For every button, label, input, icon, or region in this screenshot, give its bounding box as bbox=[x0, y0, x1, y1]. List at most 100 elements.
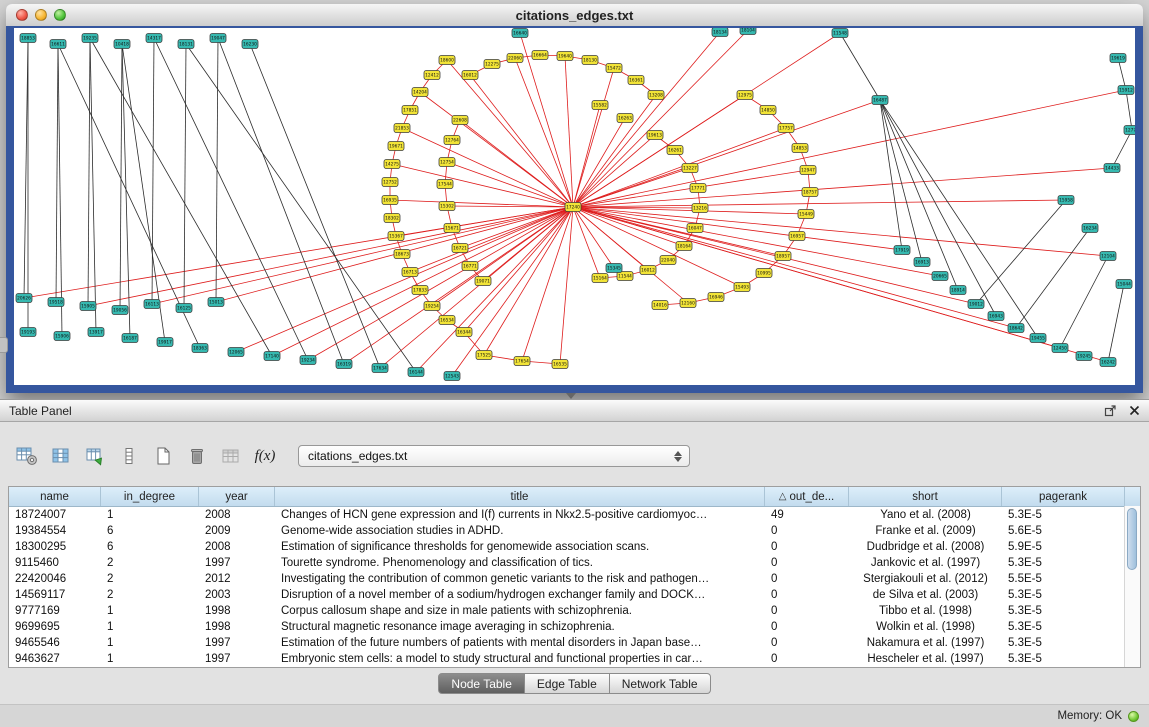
network-window-titlebar[interactable]: citations_edges.txt bbox=[6, 4, 1143, 27]
tab-node-table[interactable]: Node Table bbox=[438, 673, 525, 694]
graph-node[interactable]: 10418 bbox=[114, 40, 130, 49]
graph-node[interactable]: 12412 bbox=[424, 71, 440, 80]
graph-node[interactable]: 12754 bbox=[439, 158, 455, 167]
table-row[interactable]: 1456911722003Disruption of a novel membe… bbox=[9, 587, 1140, 603]
close-window-icon[interactable] bbox=[16, 9, 28, 21]
graph-node[interactable]: 19235 bbox=[82, 34, 98, 43]
graph-node[interactable]: 15164 bbox=[592, 274, 608, 283]
graph-node[interactable]: 16957 bbox=[789, 232, 805, 241]
column-header-title[interactable]: title bbox=[275, 487, 765, 506]
graph-node[interactable]: 12275 bbox=[484, 60, 500, 69]
graph-node[interactable]: 16713 bbox=[402, 268, 418, 277]
graph-node[interactable]: 16113 bbox=[144, 300, 160, 309]
graph-node[interactable]: 15905 bbox=[80, 302, 96, 311]
column-header-short[interactable]: short bbox=[849, 487, 1002, 506]
graph-node[interactable]: 13227 bbox=[682, 164, 698, 173]
graph-node[interactable]: 18957 bbox=[775, 252, 791, 261]
graph-node[interactable]: 16771 bbox=[462, 262, 478, 271]
graph-node[interactable]: 16242 bbox=[1100, 358, 1116, 367]
minimize-window-icon[interactable] bbox=[35, 9, 47, 21]
graph-node[interactable]: 19056 bbox=[112, 306, 128, 315]
graph-node[interactable]: 18757 bbox=[802, 188, 818, 197]
network-selector-dropdown[interactable]: citations_edges.txt bbox=[298, 445, 690, 467]
graph-node[interactable]: 13208 bbox=[648, 91, 664, 100]
graph-node[interactable]: 19671 bbox=[388, 142, 404, 151]
network-canvas[interactable]: 1724018600124121420417851218531967114275… bbox=[14, 28, 1135, 385]
graph-node[interactable]: 18914 bbox=[950, 286, 966, 295]
tab-edge-table[interactable]: Edge Table bbox=[525, 673, 610, 694]
graph-node[interactable]: 19245 bbox=[1076, 352, 1092, 361]
graph-node[interactable]: 12104 bbox=[1100, 252, 1116, 261]
table-row[interactable]: 1938455462009Genome-wide association stu… bbox=[9, 523, 1140, 539]
graph-node[interactable]: 15958 bbox=[1058, 196, 1074, 205]
graph-node[interactable]: 18600 bbox=[439, 56, 455, 65]
graph-node[interactable]: 19234 bbox=[300, 356, 316, 365]
zoom-window-icon[interactable] bbox=[54, 9, 66, 21]
show-columns-button[interactable] bbox=[46, 442, 76, 470]
graph-node[interactable]: 16721 bbox=[452, 244, 468, 253]
graph-node[interactable]: 17240 bbox=[565, 203, 581, 212]
graph-node[interactable]: 17757 bbox=[778, 124, 794, 133]
graph-node[interactable]: 19254 bbox=[424, 302, 440, 311]
graph-node[interactable]: 14317 bbox=[146, 34, 162, 43]
graph-node[interactable]: 19640 bbox=[557, 52, 573, 61]
graph-node[interactable]: 14853 bbox=[792, 144, 808, 153]
graph-node[interactable]: 16361 bbox=[628, 76, 644, 85]
graph-node[interactable]: 16535 bbox=[552, 360, 568, 369]
graph-node[interactable]: 17654 bbox=[514, 357, 530, 366]
graph-node[interactable]: 12752 bbox=[382, 178, 398, 187]
float-panel-icon[interactable] bbox=[1104, 404, 1117, 417]
graph-node[interactable]: 12543 bbox=[444, 372, 460, 381]
graph-node[interactable]: 18134 bbox=[712, 28, 728, 37]
graph-node[interactable]: 12947 bbox=[800, 166, 816, 175]
graph-node[interactable]: 12975 bbox=[737, 91, 753, 100]
graph-node[interactable]: 16012 bbox=[462, 71, 478, 80]
graph-node[interactable]: 19193 bbox=[20, 328, 36, 337]
graph-node[interactable]: 16640 bbox=[512, 29, 528, 38]
graph-node[interactable]: 17771 bbox=[690, 184, 706, 193]
graph-node[interactable]: 16319 bbox=[336, 360, 352, 369]
graph-node[interactable]: 16144 bbox=[408, 368, 424, 377]
graph-node[interactable]: 15582 bbox=[592, 101, 608, 110]
graph-node[interactable]: 16125 bbox=[176, 304, 192, 313]
table-row[interactable]: 2242004622012Investigating the contribut… bbox=[9, 571, 1140, 587]
graph-node[interactable]: 15906 bbox=[54, 332, 70, 341]
select-rows-button[interactable] bbox=[114, 442, 144, 470]
graph-node[interactable]: 12764 bbox=[444, 136, 460, 145]
column-header-out_de[interactable]: △out_de... bbox=[765, 487, 849, 506]
graph-node[interactable]: 17634 bbox=[372, 364, 388, 373]
graph-node[interactable]: 22040 bbox=[660, 256, 676, 265]
graph-node[interactable]: 14016 bbox=[652, 301, 668, 310]
graph-node[interactable]: 19619 bbox=[1110, 54, 1126, 63]
table-settings-button[interactable] bbox=[12, 442, 42, 470]
table-row[interactable]: 977716911998Corpus callosum shape and si… bbox=[9, 603, 1140, 619]
graph-node[interactable]: 18131 bbox=[178, 40, 194, 49]
graph-node[interactable]: 12450 bbox=[1052, 344, 1068, 353]
graph-node[interactable]: 16913 bbox=[914, 258, 930, 267]
graph-node[interactable]: 13917 bbox=[88, 328, 104, 337]
column-header-in_degree[interactable]: in_degree bbox=[101, 487, 199, 506]
table-row[interactable]: 946362711997Embryonic stem cells: a mode… bbox=[9, 651, 1140, 667]
graph-node[interactable]: 13216 bbox=[692, 204, 708, 213]
graph-node[interactable]: 16611 bbox=[50, 40, 66, 49]
graph-node[interactable]: 17833 bbox=[412, 286, 428, 295]
graph-node[interactable]: 21853 bbox=[394, 124, 410, 133]
graph-node[interactable]: 16487 bbox=[872, 96, 888, 105]
graph-node[interactable]: 17525 bbox=[476, 351, 492, 360]
graph-node[interactable]: 12774 bbox=[1124, 126, 1135, 135]
graph-node[interactable]: 19518 bbox=[48, 298, 64, 307]
graph-node[interactable]: 16664 bbox=[532, 51, 548, 60]
graph-node[interactable]: 16047 bbox=[687, 224, 703, 233]
graph-node[interactable]: 16946 bbox=[708, 293, 724, 302]
column-header-pagerank[interactable]: pagerank bbox=[1002, 487, 1125, 506]
graph-node[interactable]: 18130 bbox=[582, 56, 598, 65]
graph-node[interactable]: 19917 bbox=[157, 338, 173, 347]
graph-node[interactable]: 18104 bbox=[740, 28, 756, 35]
graph-node[interactable]: 14275 bbox=[384, 160, 400, 169]
graph-node[interactable]: 17140 bbox=[264, 352, 280, 361]
table-row[interactable]: 1830029562008Estimation of significance … bbox=[9, 539, 1140, 555]
table-row[interactable]: 911546021997Tourette syndrome. Phenomeno… bbox=[9, 555, 1140, 571]
graph-node[interactable]: 16230 bbox=[242, 40, 258, 49]
graph-node[interactable]: 18642 bbox=[1008, 324, 1024, 333]
graph-node[interactable]: 16187 bbox=[122, 334, 138, 343]
